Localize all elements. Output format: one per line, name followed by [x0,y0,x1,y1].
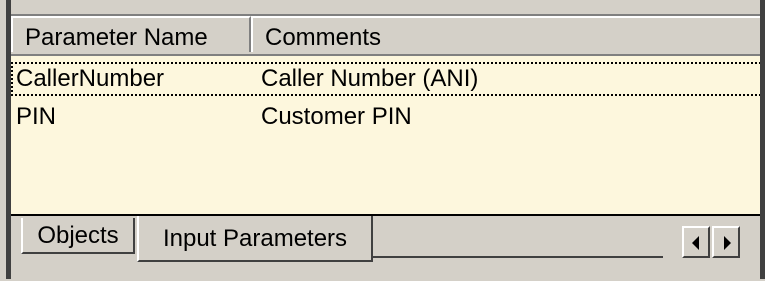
parameter-name-cell: CallerNumber [16,65,165,92]
parameters-grid: Parameter Name Comments CallerNumber Cal… [11,14,765,216]
comment-cell: Customer PIN [261,103,412,130]
grid-header-row: Parameter Name Comments [11,16,765,56]
tab-input-parameters[interactable]: Input Parameters [137,216,373,262]
tab-scroll-left-button[interactable] [682,226,710,258]
parameter-name-cell: PIN [16,103,57,130]
tab-strip: Objects Input Parameters [11,214,765,281]
comment-cell: Caller Number (ANI) [261,65,479,92]
grid-row[interactable]: PIN Customer PIN [11,100,765,134]
tab-strip-divider [373,256,663,258]
tab-objects[interactable]: Objects [21,218,135,254]
column-header-parameter-name[interactable]: Parameter Name [11,16,251,52]
input-parameters-panel: Parameter Name Comments CallerNumber Cal… [0,0,765,281]
arrow-left-icon [692,236,699,250]
arrow-right-icon [724,236,731,250]
grid-row[interactable]: CallerNumber Caller Number (ANI) [11,62,765,96]
column-header-comments[interactable]: Comments [251,16,765,52]
panel-right-border [760,0,765,279]
panel-left-border [0,0,11,279]
tab-scroll-right-button[interactable] [712,226,740,258]
